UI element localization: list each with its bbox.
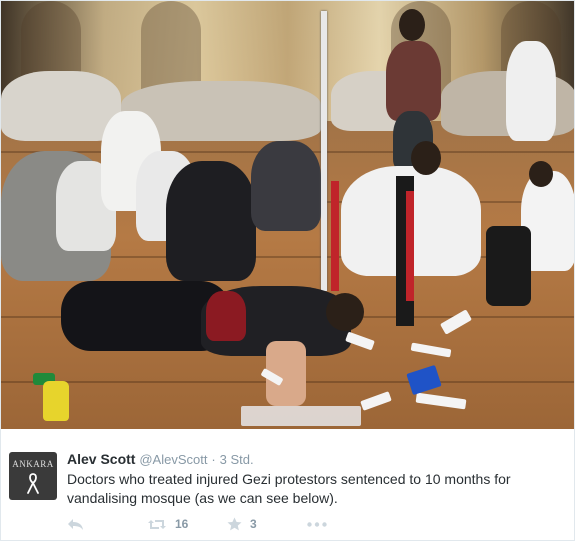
spray-bottle [43,381,69,421]
favorite-button[interactable]: 3 [227,517,307,531]
person-head [399,9,425,41]
red-patch [206,291,246,341]
more-icon [307,521,327,527]
crowd [1,71,121,141]
standing-person [386,41,441,121]
iv-pole [321,11,327,291]
reply-icon [68,518,83,530]
tweet-card: ANKARA Alev Scott @AlevScott · 3 Std. Do… [0,0,575,541]
retweet-icon [148,519,166,529]
retweet-button[interactable]: 16 [147,517,227,531]
author-handle[interactable]: @AlevScott [139,452,207,467]
more-button[interactable] [307,521,347,527]
tweet-actions: 16 3 [67,515,347,533]
person-head [529,161,553,187]
tweet-header: Alev Scott @AlevScott · 3 Std. [67,451,254,467]
ribbon-icon [27,473,39,494]
avatar[interactable]: ANKARA [9,452,57,500]
tweet-photo[interactable] [1,1,574,429]
red-sash [406,191,414,301]
paper-debris [345,331,375,351]
avatar-label: ANKARA [12,459,54,469]
separator-dot: · [211,452,216,467]
paper-debris [360,391,392,411]
person-head [326,293,364,331]
paper-debris [415,392,467,410]
paper-debris [410,342,452,358]
star-icon [227,517,242,531]
author-name[interactable]: Alev Scott [67,451,135,467]
seated-person [166,161,256,281]
tweet-text: Doctors who treated injured Gezi protest… [67,471,511,506]
plastic-bag [241,406,361,426]
timestamp[interactable]: 3 Std. [220,452,254,467]
paper-debris [440,309,472,335]
blue-box [406,364,442,396]
seated-person [251,141,321,231]
retweet-count: 16 [175,517,189,531]
favorite-count: 3 [250,517,257,531]
reply-button[interactable] [67,518,147,531]
red-sash [331,181,339,291]
standing-person [506,41,556,141]
black-sash [486,226,531,306]
person-head [411,141,441,175]
